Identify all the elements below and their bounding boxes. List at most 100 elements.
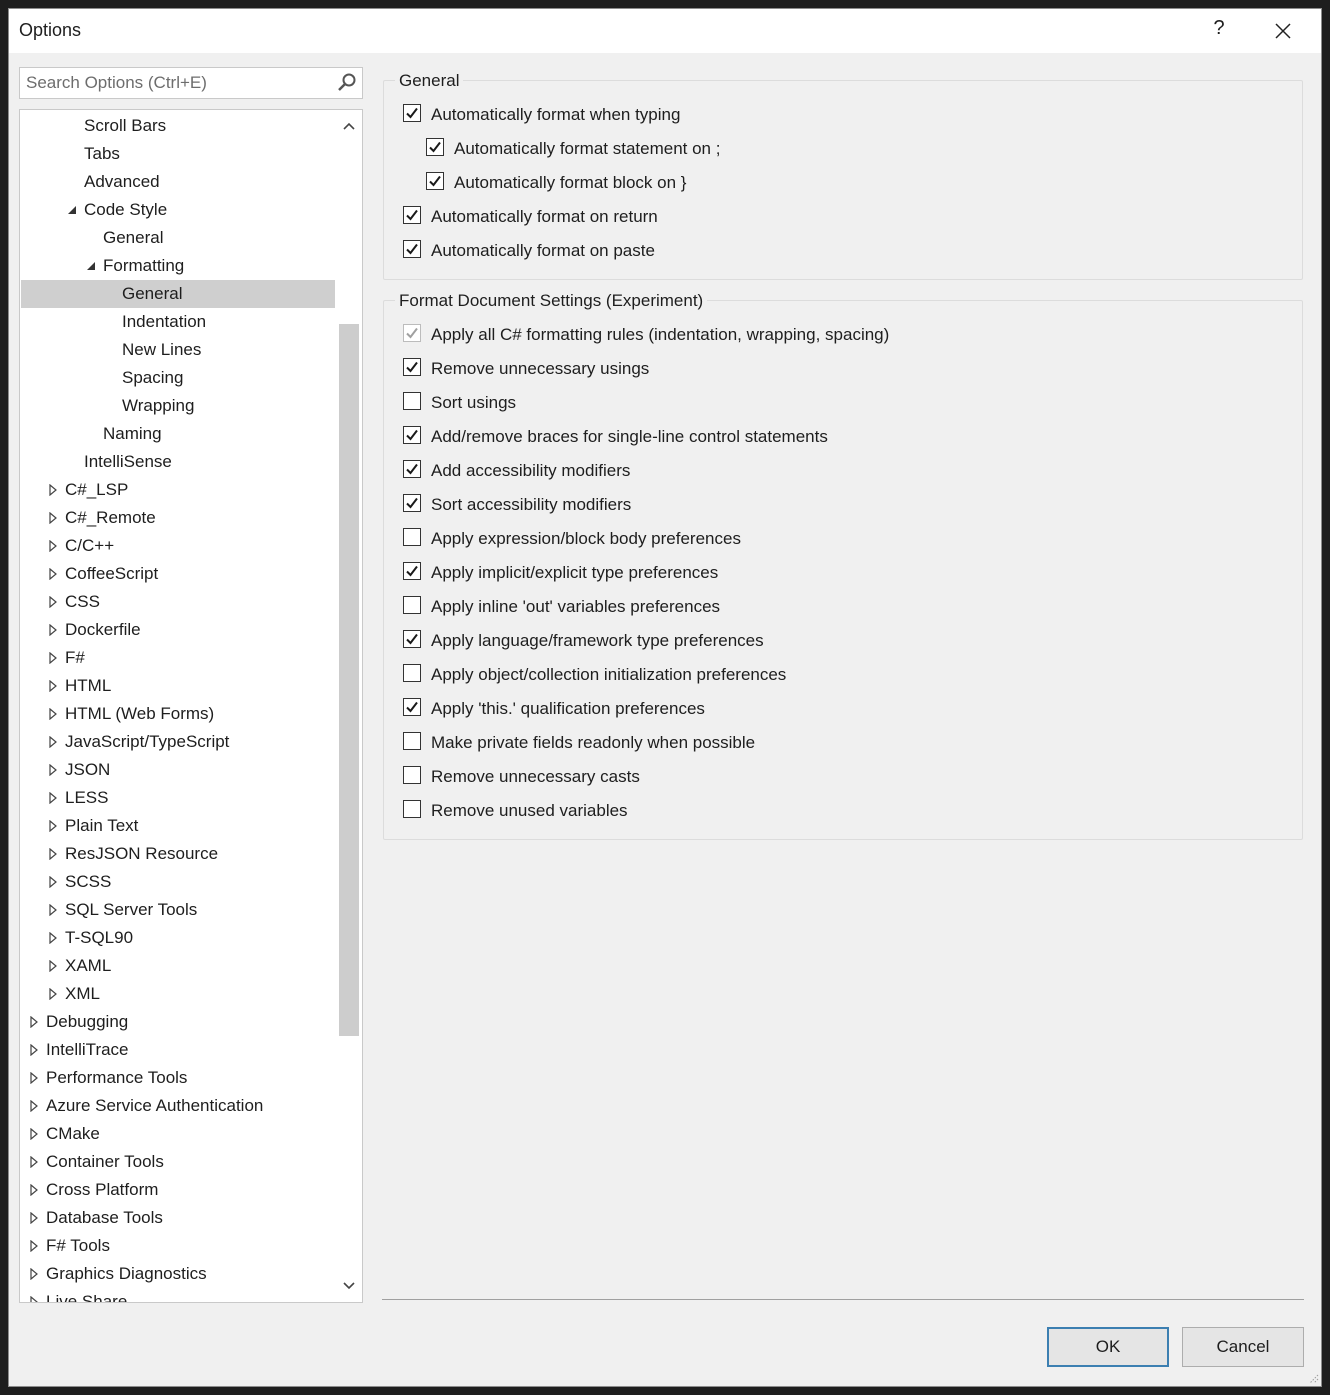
tree-item[interactable]: XAML (21, 952, 335, 980)
collapsed-triangle-icon[interactable] (28, 1296, 40, 1303)
tree-item[interactable]: CSS (21, 588, 335, 616)
collapsed-triangle-icon[interactable] (47, 540, 59, 552)
checkbox[interactable] (426, 138, 444, 156)
collapsed-triangle-icon[interactable] (28, 1128, 40, 1140)
scroll-thumb[interactable] (339, 324, 359, 1036)
tree-item[interactable]: CoffeeScript (21, 560, 335, 588)
tree-item[interactable]: SCSS (21, 868, 335, 896)
collapsed-triangle-icon[interactable] (28, 1100, 40, 1112)
checkbox[interactable] (403, 766, 421, 784)
search-box[interactable] (19, 67, 363, 99)
tree-item[interactable]: Debugging (21, 1008, 335, 1036)
tree-item[interactable]: F# Tools (21, 1232, 335, 1260)
collapsed-triangle-icon[interactable] (28, 1240, 40, 1252)
expanded-triangle-icon[interactable] (66, 204, 78, 216)
tree-item[interactable]: IntelliSense (21, 448, 335, 476)
tree-item[interactable]: SQL Server Tools (21, 896, 335, 924)
checkbox[interactable] (403, 392, 421, 410)
tree-item[interactable]: Plain Text (21, 812, 335, 840)
collapsed-triangle-icon[interactable] (28, 1184, 40, 1196)
checkbox[interactable] (403, 630, 421, 648)
tree-item[interactable]: Code Style (21, 196, 335, 224)
tree-item[interactable]: Azure Service Authentication (21, 1092, 335, 1120)
collapsed-triangle-icon[interactable] (28, 1268, 40, 1280)
checkbox[interactable] (403, 426, 421, 444)
collapsed-triangle-icon[interactable] (47, 624, 59, 636)
tree-item[interactable]: JSON (21, 756, 335, 784)
checkbox[interactable] (403, 528, 421, 546)
tree-item[interactable]: Tabs (21, 140, 335, 168)
checkbox[interactable] (403, 240, 421, 258)
collapsed-triangle-icon[interactable] (47, 652, 59, 664)
tree-item[interactable]: HTML (21, 672, 335, 700)
tree-item[interactable]: Advanced (21, 168, 335, 196)
collapsed-triangle-icon[interactable] (47, 764, 59, 776)
tree-item[interactable]: Formatting (21, 252, 335, 280)
tree-item[interactable]: JavaScript/TypeScript (21, 728, 335, 756)
collapsed-triangle-icon[interactable] (47, 596, 59, 608)
checkbox[interactable] (403, 494, 421, 512)
tree-item[interactable]: General (21, 224, 335, 252)
checkbox[interactable] (403, 358, 421, 376)
checkbox[interactable] (403, 562, 421, 580)
tree-item[interactable]: C#_LSP (21, 476, 335, 504)
chevron-down-icon[interactable] (341, 1278, 357, 1294)
ok-button[interactable]: OK (1047, 1327, 1169, 1367)
tree-item[interactable]: C#_Remote (21, 504, 335, 532)
collapsed-triangle-icon[interactable] (47, 904, 59, 916)
collapsed-triangle-icon[interactable] (47, 932, 59, 944)
collapsed-triangle-icon[interactable] (47, 988, 59, 1000)
collapsed-triangle-icon[interactable] (47, 736, 59, 748)
collapsed-triangle-icon[interactable] (47, 512, 59, 524)
tree-item[interactable]: C/C++ (21, 532, 335, 560)
tree-item[interactable]: Spacing (21, 364, 335, 392)
expanded-triangle-icon[interactable] (85, 260, 97, 272)
tree-item[interactable]: HTML (Web Forms) (21, 700, 335, 728)
tree-item[interactable]: LESS (21, 784, 335, 812)
checkbox[interactable] (403, 698, 421, 716)
chevron-up-icon[interactable] (341, 118, 357, 134)
collapsed-triangle-icon[interactable] (28, 1156, 40, 1168)
collapsed-triangle-icon[interactable] (47, 568, 59, 580)
tree-item[interactable]: Dockerfile (21, 616, 335, 644)
tree-item[interactable]: F# (21, 644, 335, 672)
tree-item[interactable]: ResJSON Resource (21, 840, 335, 868)
close-button[interactable] (1267, 15, 1299, 47)
collapsed-triangle-icon[interactable] (28, 1016, 40, 1028)
search-input[interactable] (26, 72, 326, 94)
checkbox[interactable] (403, 104, 421, 122)
tree-item[interactable]: XML (21, 980, 335, 1008)
checkbox[interactable] (426, 172, 444, 190)
collapsed-triangle-icon[interactable] (47, 960, 59, 972)
tree-item[interactable]: Cross Platform (21, 1176, 335, 1204)
tree-item[interactable]: T-SQL90 (21, 924, 335, 952)
collapsed-triangle-icon[interactable] (47, 820, 59, 832)
tree-item[interactable]: Live Share (21, 1288, 335, 1303)
collapsed-triangle-icon[interactable] (47, 848, 59, 860)
collapsed-triangle-icon[interactable] (28, 1072, 40, 1084)
collapsed-triangle-icon[interactable] (47, 708, 59, 720)
tree-item[interactable]: Graphics Diagnostics (21, 1260, 335, 1288)
tree-item[interactable]: Performance Tools (21, 1064, 335, 1092)
tree-item[interactable]: New Lines (21, 336, 335, 364)
help-button[interactable]: ? (1207, 17, 1231, 40)
collapsed-triangle-icon[interactable] (28, 1212, 40, 1224)
collapsed-triangle-icon[interactable] (28, 1044, 40, 1056)
checkbox[interactable] (403, 664, 421, 682)
collapsed-triangle-icon[interactable] (47, 484, 59, 496)
tree-item[interactable]: Container Tools (21, 1148, 335, 1176)
tree-item[interactable]: Indentation (21, 308, 335, 336)
resize-grip-icon[interactable] (1307, 1372, 1319, 1384)
collapsed-triangle-icon[interactable] (47, 680, 59, 692)
search-icon[interactable] (336, 72, 358, 94)
tree-item[interactable]: CMake (21, 1120, 335, 1148)
tree-item[interactable]: Naming (21, 420, 335, 448)
cancel-button[interactable]: Cancel (1182, 1327, 1304, 1367)
tree-item[interactable]: IntelliTrace (21, 1036, 335, 1064)
collapsed-triangle-icon[interactable] (47, 876, 59, 888)
checkbox[interactable] (403, 460, 421, 478)
tree-item[interactable]: General (21, 280, 335, 308)
tree-item[interactable]: Scroll Bars (21, 112, 335, 140)
tree-scrollbar[interactable] (336, 110, 362, 1302)
options-tree[interactable]: Live Share Graphics Diagnostics F# Tools Da… (19, 109, 363, 1303)
